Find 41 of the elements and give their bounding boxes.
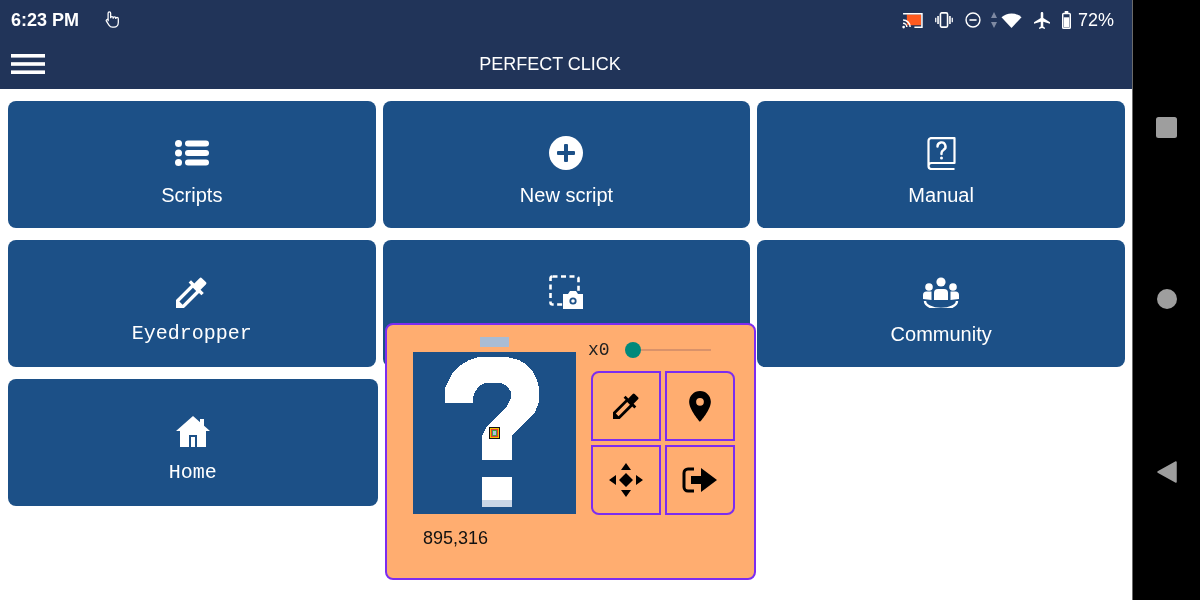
menu-tile[interactable]: Manual <box>757 101 1125 228</box>
cast-icon <box>901 11 923 29</box>
exit-arrow-icon <box>682 467 718 493</box>
battery-icon <box>1061 11 1071 29</box>
exit-button[interactable] <box>665 445 735 515</box>
map-pin-icon <box>689 390 711 422</box>
battery-percent: 72% <box>1077 9 1114 31</box>
question-mark-icon <box>445 357 539 507</box>
menu-tile[interactable]: New script <box>382 101 751 228</box>
back-icon[interactable] <box>1156 461 1177 483</box>
menu-tile[interactable]: Scripts <box>8 101 376 228</box>
wifi-icon <box>1000 12 1022 28</box>
zoom-level-label: x0 <box>588 340 610 360</box>
eyedropper-icon <box>613 393 639 419</box>
list-icon <box>174 140 209 166</box>
coordinates-text: 895,316 <box>423 528 489 549</box>
dashed-frame-camera-icon <box>549 275 584 309</box>
book-question-icon <box>926 136 956 170</box>
move-arrows-icon <box>609 463 643 497</box>
drag-handle[interactable] <box>480 337 509 347</box>
crosshair-marker-icon <box>489 427 500 439</box>
menu-tile[interactable]: Eyedropper <box>8 240 376 367</box>
move-button[interactable] <box>591 445 661 515</box>
airplane-icon <box>1033 11 1050 29</box>
menu-tile[interactable]: Home <box>8 379 378 506</box>
pin-button[interactable] <box>665 371 735 441</box>
vibrate-icon <box>934 12 953 28</box>
plus-circle-icon <box>549 136 584 170</box>
slider-thumb[interactable] <box>624 342 641 358</box>
do-not-disturb-icon <box>964 12 981 28</box>
eyedropper-button[interactable] <box>591 371 661 441</box>
data-arrows-icon <box>990 12 997 28</box>
people-group-icon <box>923 276 960 308</box>
app-title: PERFECT CLICK <box>478 53 622 75</box>
menu-icon[interactable] <box>11 54 45 74</box>
menu-tile[interactable]: Community <box>757 240 1125 367</box>
clock-time: 6:23 PM <box>11 9 80 31</box>
eyedropper-icon <box>176 276 208 308</box>
house-icon <box>175 415 210 447</box>
circle-icon[interactable] <box>1156 289 1177 309</box>
pointing-hand-icon <box>103 9 121 29</box>
